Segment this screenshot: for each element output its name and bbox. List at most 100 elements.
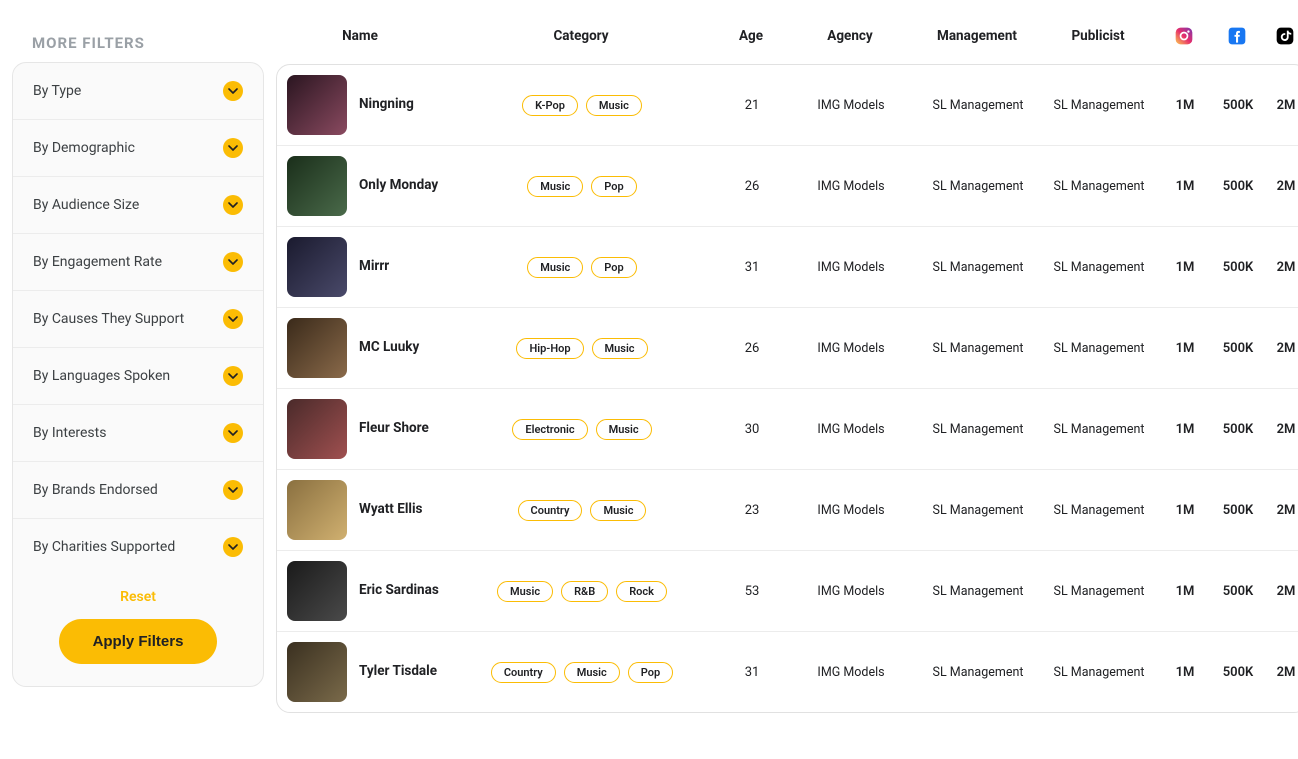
category-tag[interactable]: Music <box>596 419 652 440</box>
cell-instagram: 1M <box>1159 98 1211 113</box>
facebook-icon <box>1227 26 1247 46</box>
filter-label: By Type <box>33 83 81 99</box>
person-name: MC Luuky <box>359 339 419 357</box>
filter-row[interactable]: By Audience Size <box>13 177 263 234</box>
filter-label: By Charities Supported <box>33 539 175 555</box>
table-row[interactable]: Eric SardinasMusicR&BRock53IMG ModelsSL … <box>277 551 1298 632</box>
filter-row[interactable]: By Demographic <box>13 120 263 177</box>
category-tag[interactable]: Music <box>527 257 583 278</box>
avatar <box>287 480 347 540</box>
cell-facebook: 500K <box>1211 98 1265 113</box>
person-name: Mirrr <box>359 258 389 276</box>
category-tag[interactable]: Music <box>590 500 646 521</box>
cell-agency: IMG Models <box>785 584 917 599</box>
cell-category: Music R&B Rock <box>445 581 719 602</box>
cell-age: 31 <box>719 260 785 275</box>
cell-facebook: 500K <box>1211 503 1265 518</box>
cell-name: Ningning <box>277 75 445 135</box>
person-name: Eric Sardinas <box>359 582 439 600</box>
chevron-down-icon <box>223 138 243 158</box>
person-name: Fleur Shore <box>359 420 429 438</box>
table-row[interactable]: Only MondayMusicPop26IMG ModelsSL Manage… <box>277 146 1298 227</box>
category-tag[interactable]: R&B <box>561 581 608 602</box>
category-tag[interactable]: Pop <box>591 176 636 197</box>
chevron-down-icon <box>223 309 243 329</box>
cell-publicist: SL Management <box>1039 584 1159 599</box>
category-tag[interactable]: Music <box>497 581 553 602</box>
cell-tiktok: 2M <box>1265 422 1298 437</box>
category-tag[interactable]: Music <box>586 95 642 116</box>
filter-label: By Engagement Rate <box>33 254 162 270</box>
cell-publicist: SL Management <box>1039 260 1159 275</box>
filter-row[interactable]: By Causes They Support <box>13 291 263 348</box>
avatar <box>287 318 347 378</box>
col-publicist: Publicist <box>1038 28 1158 44</box>
category-tag[interactable]: Pop <box>591 257 636 278</box>
category-tag[interactable]: K-Pop <box>522 95 578 116</box>
chevron-down-icon <box>223 195 243 215</box>
reset-button[interactable]: Reset <box>33 589 243 605</box>
cell-instagram: 1M <box>1159 503 1211 518</box>
table-row[interactable]: MC LuukyHip-HopMusic26IMG ModelsSL Manag… <box>277 308 1298 389</box>
col-tiktok <box>1264 26 1298 46</box>
table-row[interactable]: Tyler TisdaleCountryMusicPop31IMG Models… <box>277 632 1298 712</box>
filter-row[interactable]: By Interests <box>13 405 263 462</box>
avatar <box>287 561 347 621</box>
filter-row[interactable]: By Type <box>13 63 263 120</box>
category-tag[interactable]: Pop <box>628 662 673 683</box>
category-tag[interactable]: Music <box>592 338 648 359</box>
category-tag[interactable]: Rock <box>616 581 667 602</box>
table-row[interactable]: Fleur ShoreElectronicMusic30IMG ModelsSL… <box>277 389 1298 470</box>
filter-label: By Interests <box>33 425 106 441</box>
category-tag[interactable]: Country <box>518 500 583 521</box>
table-row[interactable]: Wyatt EllisCountryMusic23IMG ModelsSL Ma… <box>277 470 1298 551</box>
category-tag[interactable]: Electronic <box>512 419 587 440</box>
chevron-down-icon <box>223 537 243 557</box>
chevron-down-icon <box>223 480 243 500</box>
cell-publicist: SL Management <box>1039 179 1159 194</box>
filter-row[interactable]: By Charities Supported <box>13 519 263 575</box>
cell-age: 31 <box>719 665 785 680</box>
filter-label: By Audience Size <box>33 197 139 213</box>
cell-management: SL Management <box>917 584 1039 599</box>
tiktok-icon <box>1275 26 1295 46</box>
filter-label: By Brands Endorsed <box>33 482 158 498</box>
cell-publicist: SL Management <box>1039 98 1159 113</box>
cell-category: Music Pop <box>445 176 719 197</box>
cell-management: SL Management <box>917 665 1039 680</box>
cell-tiktok: 2M <box>1265 503 1298 518</box>
cell-category: Country Music <box>445 500 719 521</box>
apply-filters-button[interactable]: Apply Filters <box>59 619 218 664</box>
category-tag[interactable]: Hip-Hop <box>516 338 583 359</box>
category-tag[interactable]: Music <box>527 176 583 197</box>
cell-facebook: 500K <box>1211 260 1265 275</box>
table-row[interactable]: MirrrMusicPop31IMG ModelsSL ManagementSL… <box>277 227 1298 308</box>
filter-actions: Reset Apply Filters <box>13 575 263 686</box>
person-name: Only Monday <box>359 177 438 195</box>
cell-agency: IMG Models <box>785 179 917 194</box>
avatar <box>287 75 347 135</box>
category-tag[interactable]: Country <box>491 662 556 683</box>
col-facebook <box>1210 26 1264 46</box>
cell-age: 21 <box>719 98 785 113</box>
col-age: Age <box>718 28 784 44</box>
cell-tiktok: 2M <box>1265 179 1298 194</box>
cell-instagram: 1M <box>1159 422 1211 437</box>
cell-instagram: 1M <box>1159 179 1211 194</box>
cell-tiktok: 2M <box>1265 665 1298 680</box>
cell-name: Eric Sardinas <box>277 561 445 621</box>
cell-facebook: 500K <box>1211 341 1265 356</box>
filter-row[interactable]: By Languages Spoken <box>13 348 263 405</box>
filter-row[interactable]: By Brands Endorsed <box>13 462 263 519</box>
sidebar-title: MORE FILTERS <box>12 20 264 62</box>
cell-name: MC Luuky <box>277 318 445 378</box>
filter-row[interactable]: By Engagement Rate <box>13 234 263 291</box>
category-tag[interactable]: Music <box>564 662 620 683</box>
cell-agency: IMG Models <box>785 503 917 518</box>
avatar <box>287 237 347 297</box>
cell-instagram: 1M <box>1159 665 1211 680</box>
filter-label: By Causes They Support <box>33 311 184 327</box>
table-row[interactable]: NingningK-PopMusic21IMG ModelsSL Managem… <box>277 65 1298 146</box>
cell-age: 53 <box>719 584 785 599</box>
table-header: Name Category Age Agency Management Publ… <box>276 20 1298 64</box>
